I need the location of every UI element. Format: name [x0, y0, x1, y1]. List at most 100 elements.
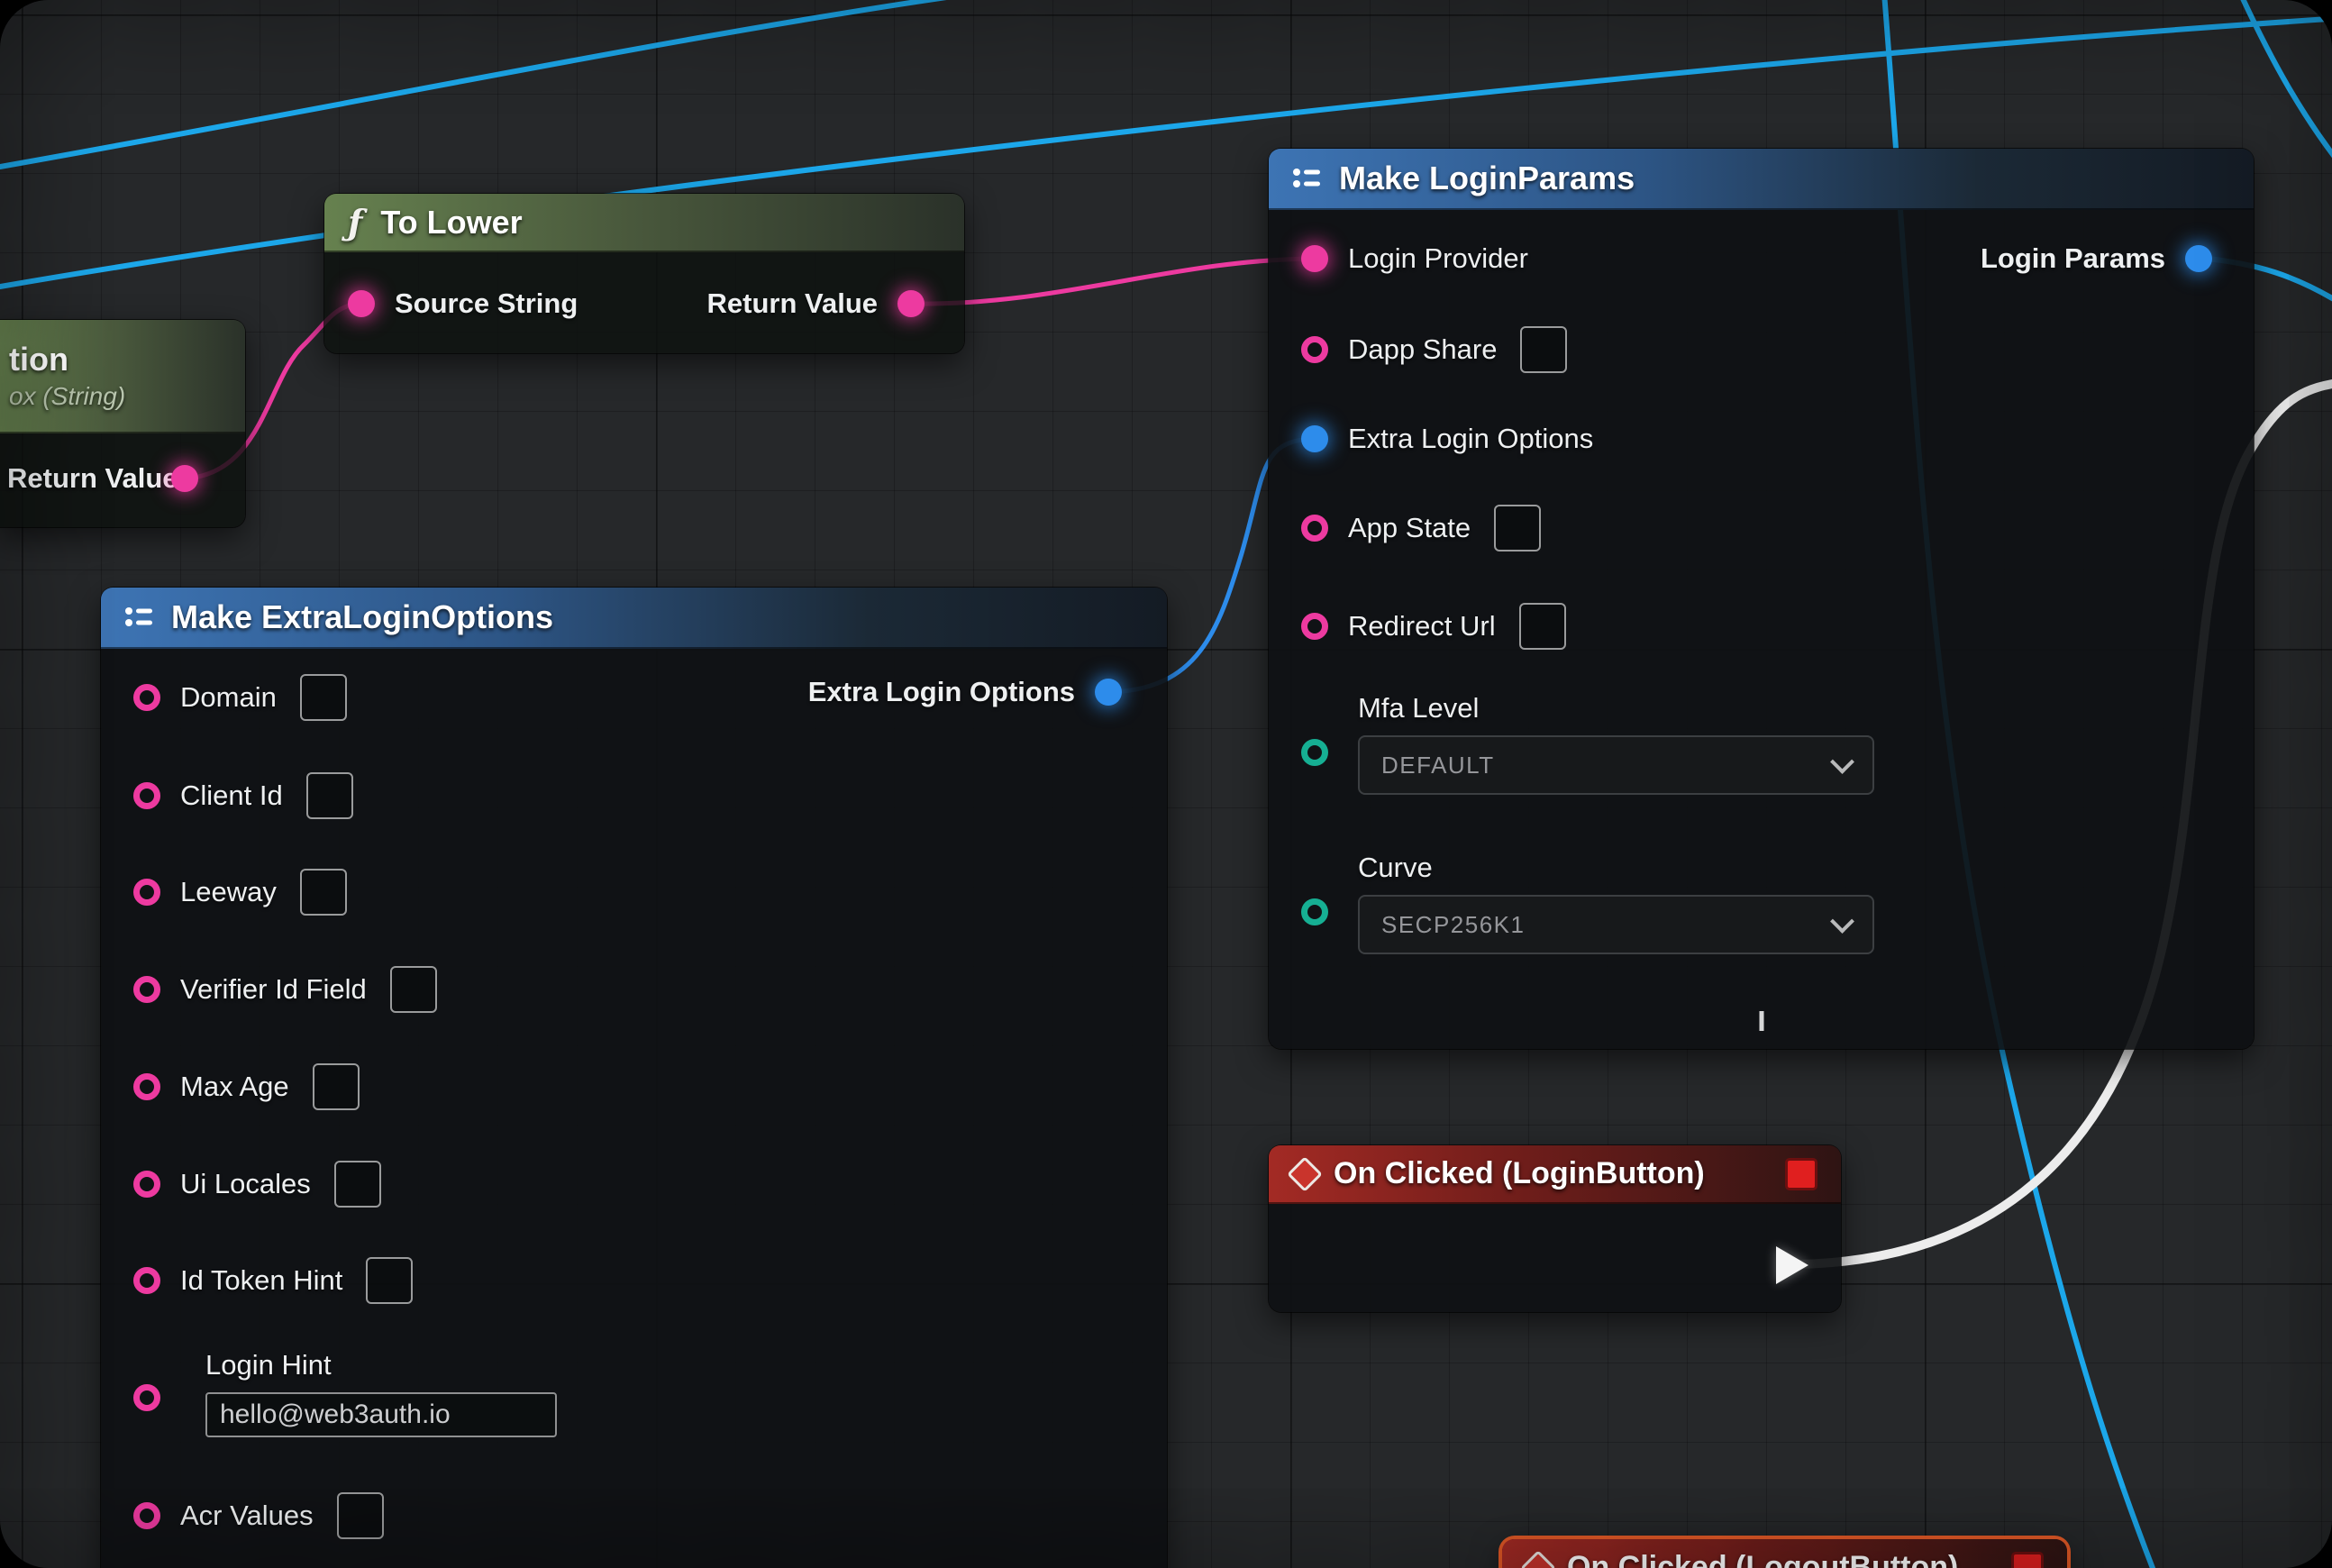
- id-token-hint-pin[interactable]: [133, 1267, 160, 1294]
- app-state-pin[interactable]: [1301, 515, 1328, 542]
- dapp-share-input-box[interactable]: [1520, 326, 1567, 373]
- node-left-partial[interactable]: tion ox (String) Return Value: [0, 320, 245, 527]
- acr-values-input-box[interactable]: [337, 1492, 384, 1539]
- delegate-pin-icon[interactable]: [2011, 1552, 2044, 1568]
- acr-values-row: Acr Values: [133, 1492, 384, 1539]
- id-token-hint-input-box[interactable]: [366, 1257, 413, 1304]
- login-hint-input[interactable]: [205, 1392, 557, 1437]
- redirect-url-label: Redirect Url: [1348, 610, 1496, 643]
- collapse-node-button[interactable]: [1759, 1016, 1763, 1032]
- domain-input-box[interactable]: [300, 674, 347, 721]
- mfa-level-dropdown[interactable]: DEFAULT: [1358, 735, 1874, 795]
- node-title: Make LoginParams: [1339, 160, 1635, 197]
- login-provider-pin[interactable]: [1301, 245, 1328, 272]
- mfa-level-value: DEFAULT: [1381, 752, 1495, 779]
- mfa-level-label: Mfa Level: [1358, 692, 1874, 725]
- client-id-row: Client Id: [133, 772, 353, 819]
- login-params-out-row: Login Params: [1981, 242, 2212, 275]
- dapp-share-row: Dapp Share: [1301, 326, 1567, 373]
- app-state-label: App State: [1348, 512, 1471, 544]
- app-state-input-box[interactable]: [1494, 505, 1541, 552]
- return-value-row: Return Value: [707, 287, 925, 320]
- max-age-label: Max Age: [180, 1071, 289, 1103]
- exec-output-pin[interactable]: [1776, 1246, 1808, 1284]
- curve-label: Curve: [1358, 852, 1874, 884]
- login-params-out-pin[interactable]: [2185, 245, 2212, 272]
- client-id-pin[interactable]: [133, 782, 160, 809]
- return-value-pin[interactable]: [897, 290, 925, 317]
- node-left-partial-header: tion ox (String): [0, 320, 245, 433]
- client-id-input-box[interactable]: [306, 772, 353, 819]
- node-title: Make ExtraLoginOptions: [171, 598, 553, 636]
- node-on-clicked-login-button[interactable]: On Clicked (LoginButton): [1269, 1145, 1841, 1312]
- node-on-clicked-logout-button[interactable]: On Clicked (LogoutButton): [1502, 1539, 2067, 1568]
- node-make-login-params[interactable]: Make LoginParams Login Params Login Prov…: [1269, 149, 2254, 1049]
- acr-values-pin[interactable]: [133, 1502, 160, 1529]
- event-icon: [1520, 1550, 1556, 1568]
- leeway-pin[interactable]: [133, 879, 160, 906]
- node-make-extra-login-options[interactable]: Make ExtraLoginOptions Extra Login Optio…: [101, 588, 1167, 1568]
- source-string-label: Source String: [395, 287, 578, 320]
- ui-locales-pin[interactable]: [133, 1171, 160, 1198]
- return-value-label: Return Value: [707, 287, 879, 320]
- chevron-up-icon: [1759, 1011, 1763, 1031]
- function-icon: ƒ: [348, 202, 362, 242]
- max-age-input-box[interactable]: [313, 1063, 360, 1110]
- return-value-pin[interactable]: [171, 465, 198, 492]
- redirect-url-input-box[interactable]: [1519, 603, 1566, 650]
- wire-cyan-topright: [2240, 0, 2332, 168]
- login-hint-label: Login Hint: [205, 1349, 557, 1381]
- make-struct-icon: [1292, 165, 1323, 192]
- domain-label: Domain: [180, 681, 277, 714]
- mfa-level-pin[interactable]: [1301, 739, 1328, 766]
- extra-login-options-pin[interactable]: [1301, 425, 1328, 452]
- domain-pin[interactable]: [133, 684, 160, 711]
- node-to-lower[interactable]: ƒ To Lower Source String Return Value: [324, 194, 964, 353]
- node-header: Make LoginParams: [1269, 149, 2254, 210]
- leeway-input-box[interactable]: [300, 869, 347, 916]
- blueprint-canvas[interactable]: tion ox (String) Return Value ƒ To Lower…: [0, 0, 2332, 1568]
- curve-pin[interactable]: [1301, 898, 1328, 925]
- verifier-id-field-pin[interactable]: [133, 976, 160, 1003]
- verifier-id-field-row: Verifier Id Field: [133, 966, 437, 1013]
- wire-magenta-tolower-to-provider: [910, 259, 1315, 304]
- return-value-row: Return Value: [7, 462, 198, 495]
- leeway-row: Leeway: [133, 869, 347, 916]
- domain-row: Domain: [133, 674, 347, 721]
- chevron-down-icon: [1830, 750, 1854, 774]
- source-string-pin[interactable]: [348, 290, 375, 317]
- chevron-down-icon: [1830, 909, 1854, 934]
- leeway-label: Leeway: [180, 876, 277, 908]
- ui-locales-row: Ui Locales: [133, 1161, 381, 1208]
- max-age-row: Max Age: [133, 1063, 360, 1110]
- node-title: On Clicked (LoginButton): [1334, 1156, 1705, 1191]
- max-age-pin[interactable]: [133, 1073, 160, 1100]
- curve-block: Curve SECP256K1: [1358, 852, 1874, 954]
- dapp-share-pin[interactable]: [1301, 336, 1328, 363]
- wire-cyan-topleft-1: [0, 0, 978, 167]
- ui-locales-input-box[interactable]: [334, 1161, 381, 1208]
- login-provider-label: Login Provider: [1348, 242, 1528, 275]
- verifier-id-field-label: Verifier Id Field: [180, 973, 367, 1006]
- client-id-label: Client Id: [180, 779, 283, 812]
- node-title: On Clicked (LogoutButton): [1567, 1550, 1958, 1568]
- extra-login-options-out-label: Extra Login Options: [808, 676, 1075, 708]
- ui-locales-label: Ui Locales: [180, 1168, 311, 1200]
- dapp-share-label: Dapp Share: [1348, 333, 1497, 366]
- login-hint-pin[interactable]: [133, 1384, 160, 1411]
- delegate-pin-icon[interactable]: [1785, 1158, 1817, 1190]
- node-subtitle-fragment: ox (String): [9, 382, 125, 411]
- node-to-lower-header: ƒ To Lower: [324, 194, 964, 252]
- login-params-out-label: Login Params: [1981, 242, 2165, 275]
- acr-values-label: Acr Values: [180, 1500, 314, 1532]
- id-token-hint-row: Id Token Hint: [133, 1257, 413, 1304]
- extra-login-options-out-pin[interactable]: [1095, 679, 1122, 706]
- redirect-url-pin[interactable]: [1301, 613, 1328, 640]
- verifier-id-field-input-box[interactable]: [390, 966, 437, 1013]
- event-icon: [1287, 1156, 1323, 1192]
- return-value-label: Return Value: [7, 462, 151, 495]
- node-title-fragment: tion: [9, 341, 68, 378]
- app-state-row: App State: [1301, 505, 1541, 552]
- curve-dropdown[interactable]: SECP256K1: [1358, 895, 1874, 954]
- curve-value: SECP256K1: [1381, 911, 1525, 939]
